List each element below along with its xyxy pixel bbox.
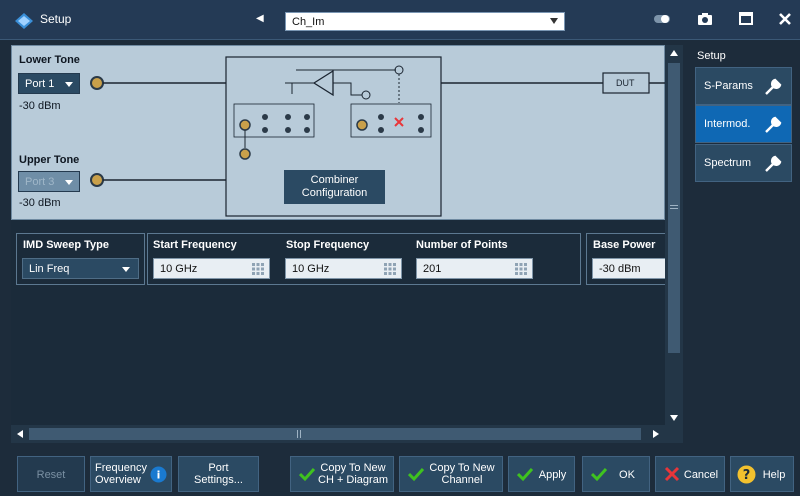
camera-icon[interactable] [695, 9, 715, 29]
base-power-header: Base Power [593, 239, 656, 251]
channel-prev-icon[interactable]: ◀ [256, 13, 264, 24]
scroll-right-icon[interactable] [653, 430, 659, 438]
port-settings-line1: Port [208, 462, 229, 474]
checkmark-icon [591, 467, 607, 482]
help-icon: ? [737, 465, 756, 484]
cancel-button[interactable]: Cancel [655, 456, 725, 492]
window-title: Setup [40, 12, 72, 26]
horizontal-scrollbar[interactable] [11, 425, 665, 443]
svg-text:i: i [157, 469, 161, 482]
connection-diagram: Lower Tone Port 1 -30 dBm Upper Tone Por… [11, 45, 666, 220]
toggle-icon[interactable] [652, 9, 672, 29]
copy-channel-line1: Copy To New [429, 462, 495, 474]
maximize-icon[interactable] [736, 9, 756, 29]
info-icon: i [150, 466, 167, 483]
number-of-points-header: Number of Points [416, 239, 508, 251]
scroll-left-icon[interactable] [17, 430, 23, 438]
ok-label: OK [619, 469, 635, 481]
port-settings-line2: Settings... [194, 474, 243, 486]
keypad-icon[interactable] [515, 263, 527, 275]
stop-frequency-header: Stop Frequency [286, 239, 370, 251]
sidebar-item-label: Intermod. [704, 118, 751, 130]
ok-button[interactable]: OK [582, 456, 650, 492]
vertical-scrollbar[interactable] [665, 45, 683, 443]
scroll-up-icon[interactable] [670, 50, 678, 56]
base-power-input[interactable]: -30 dBm [592, 258, 666, 279]
stop-frequency-input[interactable]: 10 GHz [285, 258, 402, 279]
sweep-type-select[interactable]: Lin Freq [22, 258, 139, 279]
x-mark-icon [664, 466, 680, 482]
checkmark-icon [299, 467, 315, 482]
title-bar: Setup ◀ Ch_Im [0, 0, 800, 40]
upper-port-connector-icon [90, 173, 104, 187]
chevron-down-icon [550, 18, 558, 24]
channel-select-value: Ch_Im [292, 16, 325, 28]
setup-dialog: Setup ◀ Ch_Im Lower Tone Port 1 -30 dBm [0, 0, 800, 496]
vertical-scroll-thumb[interactable] [668, 63, 680, 353]
copy-to-new-ch-diagram-button[interactable]: Copy To New CH + Diagram [290, 456, 394, 492]
combiner-configuration-button[interactable]: Combiner Configuration [284, 170, 385, 204]
help-button[interactable]: ? Help [730, 456, 794, 492]
apply-button[interactable]: Apply [508, 456, 575, 492]
close-icon[interactable] [775, 9, 795, 29]
sweep-type-value: Lin Freq [29, 263, 70, 275]
copy-channel-line2: Channel [441, 474, 483, 486]
stop-frequency-value: 10 GHz [292, 263, 330, 275]
combiner-button-line2: Configuration [301, 187, 368, 199]
sidebar-item-intermod[interactable]: Intermod. [695, 105, 792, 143]
base-power-value: -30 dBm [599, 263, 641, 275]
keypad-icon[interactable] [384, 263, 396, 275]
horizontal-scroll-thumb[interactable] [29, 428, 641, 440]
sidebar-item-s-params[interactable]: S-Params [695, 67, 792, 105]
checkmark-icon [408, 467, 424, 482]
reset-label: Reset [36, 469, 66, 481]
start-frequency-input[interactable]: 10 GHz [153, 258, 270, 279]
help-label: Help [762, 469, 786, 481]
base-power-group: Base Power -30 dBm [586, 233, 666, 285]
sweep-type-group: IMD Sweep Type Lin Freq [16, 233, 145, 285]
main-panel: Lower Tone Port 1 -30 dBm Upper Tone Por… [11, 45, 683, 443]
copy-ch-diagram-line1: Copy To New [320, 462, 386, 474]
combiner-button-line1: Combiner [310, 174, 359, 186]
number-of-points-value: 201 [423, 263, 442, 275]
wrench-icon [765, 155, 782, 172]
number-of-points-input[interactable]: 201 [416, 258, 533, 279]
checkmark-icon [517, 467, 533, 482]
sweep-type-header: IMD Sweep Type [23, 239, 109, 251]
apply-label: Apply [538, 469, 567, 481]
start-frequency-header: Start Frequency [153, 239, 237, 251]
start-frequency-value: 10 GHz [160, 263, 198, 275]
scroll-down-icon[interactable] [670, 415, 678, 421]
sidebar-item-spectrum[interactable]: Spectrum [695, 144, 792, 182]
copy-to-new-channel-button[interactable]: Copy To New Channel [399, 456, 503, 492]
sidebar-title: Setup [697, 50, 726, 62]
chevron-down-icon [122, 267, 130, 272]
wrench-icon [765, 78, 782, 95]
dut-label: DUT [616, 78, 635, 88]
keypad-icon[interactable] [252, 263, 264, 275]
copy-ch-diagram-line2: CH + Diagram [318, 474, 388, 486]
port-settings-button[interactable]: Port Settings... [178, 456, 259, 492]
frequency-overview-button[interactable]: Frequency Overview i [90, 456, 172, 492]
frequency-group: Start Frequency 10 GHz Stop Frequency 10… [147, 233, 581, 285]
app-logo-icon [15, 13, 33, 29]
svg-text:?: ? [743, 468, 751, 483]
channel-select[interactable]: Ch_Im [285, 12, 565, 31]
reset-button: Reset [17, 456, 85, 492]
cancel-label: Cancel [683, 469, 719, 481]
wrench-icon [765, 116, 782, 133]
sidebar-item-label: S-Params [704, 80, 753, 92]
sidebar-item-label: Spectrum [704, 157, 752, 169]
lower-port-connector-icon [90, 76, 104, 90]
